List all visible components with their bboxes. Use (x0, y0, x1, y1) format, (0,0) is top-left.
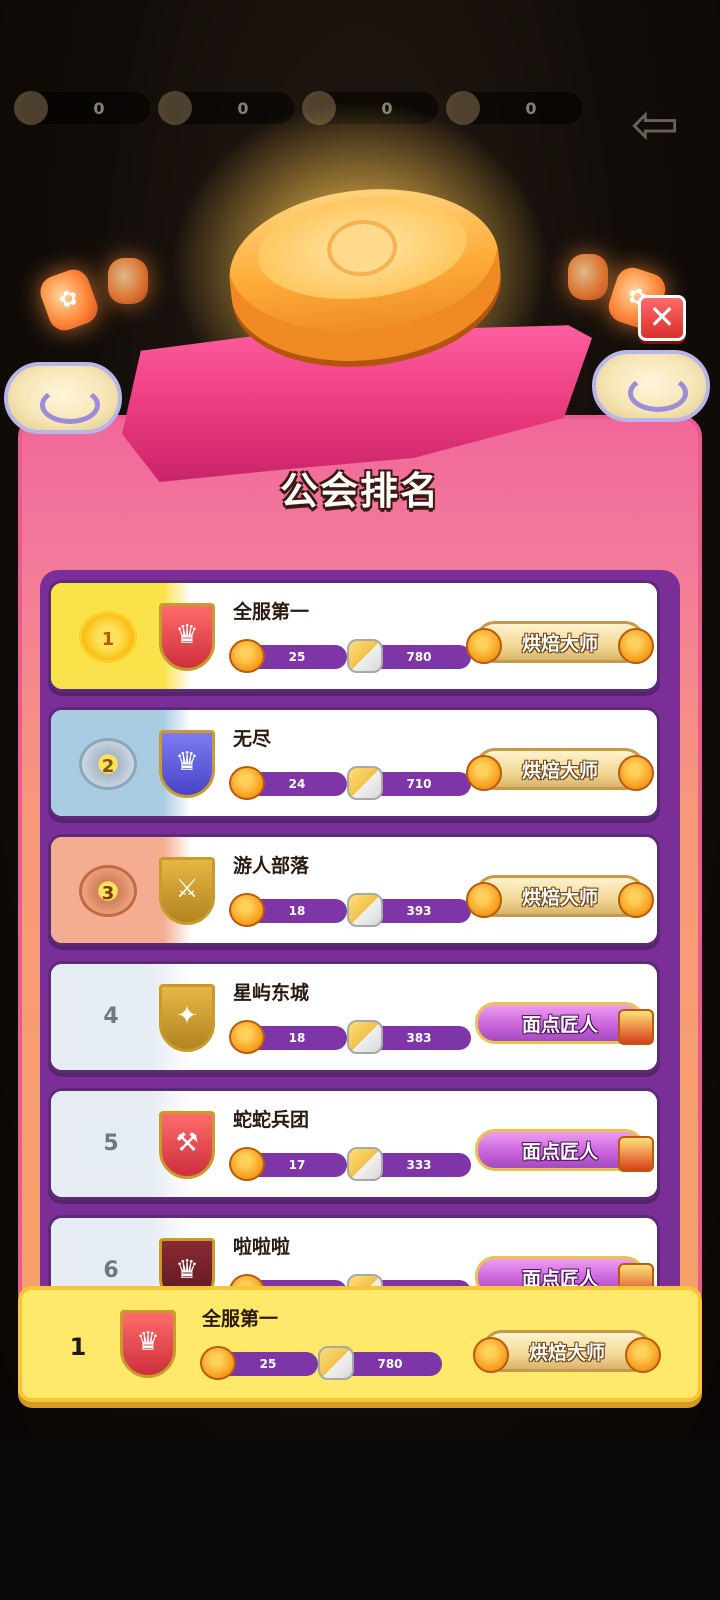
mooncake-icon (466, 628, 502, 664)
lantern-icon (108, 258, 148, 304)
resource-bread: 0 (14, 91, 150, 125)
title-badge-label: 烘焙大师 (521, 633, 598, 655)
ranking-row[interactable]: 4 ✦ 星屿东城 18 383 面点匠人 (48, 961, 660, 1073)
bread-icon (14, 91, 48, 125)
ingredients-icon (347, 639, 383, 673)
own-rank-number: 1 (69, 1333, 87, 1361)
guild-emblem-icon: ⚒ (159, 1111, 215, 1179)
lantern-icon (618, 1009, 654, 1045)
resource-value: 0 (93, 98, 105, 118)
gold-medal-icon: 1 (79, 611, 137, 663)
guild-name: 蛇蛇兵团 (233, 1109, 310, 1131)
panel-title: 公会排名 (279, 469, 440, 513)
title-badge: 烘焙大师 (466, 621, 654, 664)
lantern-icon (568, 254, 608, 300)
ranking-row[interactable]: 3 ⚔ 游人部落 18 393 烘焙大师 (48, 834, 660, 946)
ingredients-icon (318, 1346, 354, 1380)
title-badge-label: 烘焙大师 (528, 1342, 605, 1364)
back-arrow-icon[interactable]: ⇦ (620, 95, 690, 153)
mooncake-icon (473, 1337, 509, 1373)
silver-medal-icon: 2 (79, 738, 137, 790)
mooncake-icon (625, 1337, 661, 1373)
mooncake-icon (466, 755, 502, 791)
own-guild-name: 全服第一 (202, 1308, 279, 1330)
lantern-icon (618, 1136, 654, 1172)
title-badge: 烘焙大师 (466, 875, 654, 918)
ingredients-icon (347, 1147, 383, 1181)
rank-number: 5 (103, 1131, 119, 1156)
title-badge: 烘焙大师 (473, 1330, 661, 1373)
ingredients-icon (347, 893, 383, 927)
mooncake-icon (466, 882, 502, 918)
own-guild-row[interactable]: 1 ♛ 全服第一 25 780 烘焙大师 (18, 1286, 702, 1402)
guild-emblem-icon: ✦ (159, 984, 215, 1052)
ranking-row[interactable]: 2 ♛ 无尽 24 710 烘焙大师 (48, 707, 660, 819)
guild-emblem-icon: ♛ (120, 1310, 176, 1378)
title-badge-label: 烘焙大师 (521, 887, 598, 909)
mooncake-icon (618, 628, 654, 664)
ranking-list[interactable]: 1 ♛ 全服第一 25 780 烘焙大师 2 ♛ 无尽 24 710 烘焙大师 … (40, 570, 680, 1310)
guild-emblem-icon: ♛ (159, 603, 215, 671)
ranking-row[interactable]: 1 ♛ 全服第一 25 780 烘焙大师 (48, 580, 660, 692)
guild-emblem-icon: ⚔ (159, 857, 215, 925)
mooncake-icon (229, 893, 265, 927)
title-badge: 面点匠人 (475, 1002, 654, 1045)
mooncake-icon (229, 1020, 265, 1054)
ranking-row[interactable]: 5 ⚒ 蛇蛇兵团 17 333 面点匠人 (48, 1088, 660, 1200)
guild-name: 全服第一 (233, 601, 310, 623)
guild-name: 星屿东城 (233, 982, 310, 1004)
guild-name: 无尽 (233, 728, 272, 750)
cloud-ornament-right (592, 350, 710, 422)
mooncake-icon (200, 1346, 236, 1380)
title-badge-label: 面点匠人 (521, 1014, 598, 1036)
mooncake-icon (618, 755, 654, 791)
mooncake-icon (229, 766, 265, 800)
title-badge-label: 面点匠人 (521, 1141, 598, 1163)
mooncake-icon (618, 882, 654, 918)
guild-emblem-icon: ♛ (159, 730, 215, 798)
guild-name: 游人部落 (233, 855, 310, 877)
bronze-medal-icon: 3 (79, 865, 137, 917)
ingredients-icon (347, 1020, 383, 1054)
title-badge: 烘焙大师 (466, 748, 654, 791)
mooncake-icon (229, 639, 265, 673)
title-badge: 面点匠人 (475, 1129, 654, 1172)
guild-name: 啦啦啦 (233, 1236, 291, 1258)
rank-number: 4 (103, 1004, 119, 1029)
cloud-ornament-left (4, 362, 122, 434)
title-badge-label: 烘焙大师 (521, 760, 598, 782)
ingredients-icon (347, 766, 383, 800)
mooncake-icon (229, 1147, 265, 1181)
close-button[interactable]: ✕ (638, 295, 686, 341)
